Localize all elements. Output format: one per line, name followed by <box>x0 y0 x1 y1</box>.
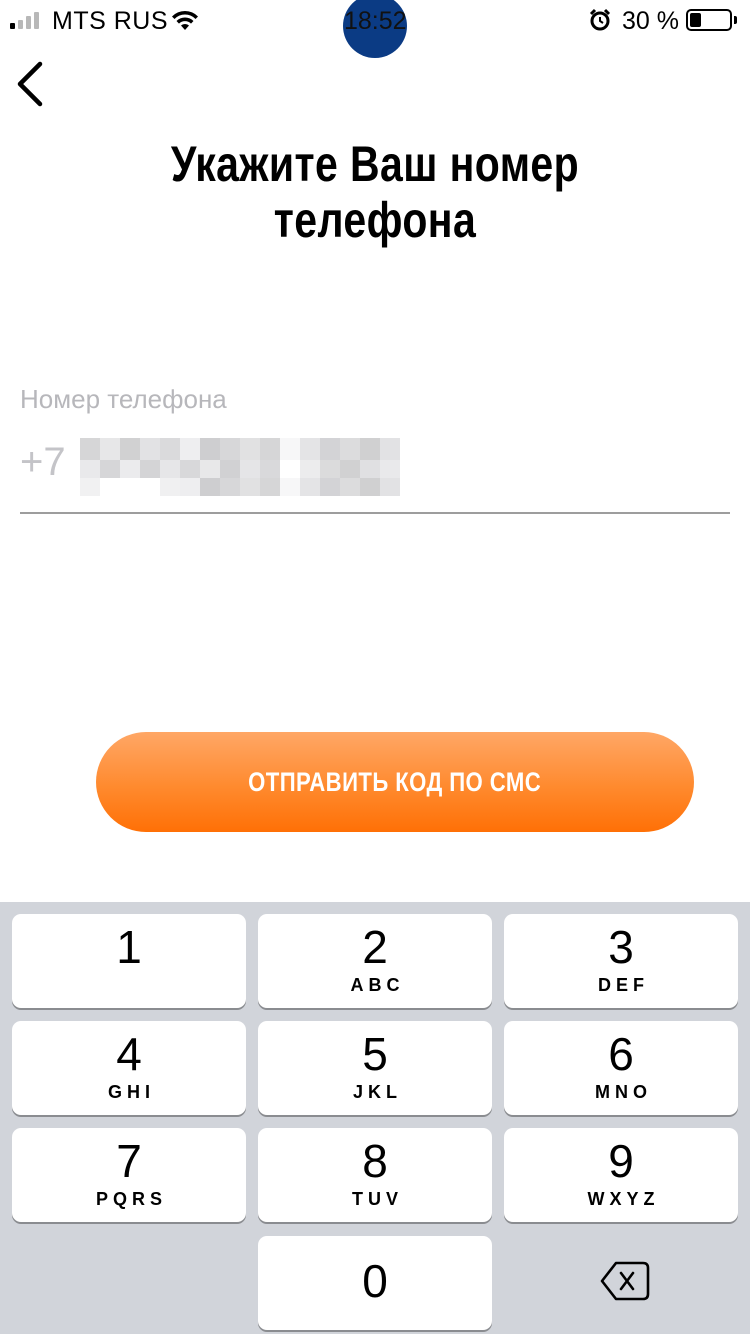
key-8[interactable]: 8 TUV <box>258 1128 492 1222</box>
key-letters: TUV <box>352 1189 403 1209</box>
status-time: 18:52 <box>344 7 407 35</box>
key-digit: 0 <box>362 1255 388 1307</box>
key-digit: 4 <box>116 1028 142 1080</box>
key-digit: 3 <box>608 921 634 973</box>
wifi-icon <box>172 10 198 30</box>
battery-level <box>690 13 701 27</box>
carrier-name: MTS RUS <box>52 7 168 35</box>
signal-strength-icon <box>10 11 39 29</box>
battery-icon <box>686 9 732 31</box>
status-bar: MTS RUS 18:52 30 % <box>0 0 750 58</box>
page-title: Укажите Ваш номер телефона <box>170 136 580 248</box>
backspace-key[interactable] <box>504 1236 738 1330</box>
phone-number-blur-tail <box>80 478 180 496</box>
phone-field-label: Номер телефона <box>20 384 227 414</box>
phone-field-underline <box>20 512 730 514</box>
key-letters: PQRS <box>95 1189 167 1209</box>
key-letters: ABC <box>350 975 405 995</box>
battery-tip <box>734 16 737 24</box>
back-button[interactable] <box>8 56 58 112</box>
key-digit: 7 <box>116 1135 142 1187</box>
key-digit: 5 <box>362 1028 388 1080</box>
chevron-left-icon <box>17 61 43 107</box>
key-digit: 8 <box>362 1135 388 1187</box>
key-7[interactable]: 7 PQRS <box>12 1128 246 1222</box>
key-4[interactable]: 4 GHI <box>12 1021 246 1115</box>
key-digit: 6 <box>608 1028 634 1080</box>
key-letters: WXYZ <box>587 1189 660 1209</box>
alarm-icon <box>589 8 611 31</box>
backspace-icon <box>600 1261 650 1301</box>
key-6[interactable]: 6 MNO <box>504 1021 738 1115</box>
key-letters: JKL <box>352 1082 402 1102</box>
key-digit: 2 <box>362 921 388 973</box>
key-9[interactable]: 9 WXYZ <box>504 1128 738 1222</box>
send-sms-code-button[interactable]: ОТПРАВИТЬ КОД ПО СМС <box>96 732 694 832</box>
battery-percentage: 30 % <box>622 7 679 35</box>
key-0[interactable]: 0 <box>258 1236 492 1330</box>
key-1[interactable]: 1 <box>12 914 246 1008</box>
send-sms-code-label: ОТПРАВИТЬ КОД ПО СМС <box>248 766 542 797</box>
key-digit: 9 <box>608 1135 634 1187</box>
country-code-prefix: +7 <box>20 440 66 484</box>
key-3[interactable]: 3 DEF <box>504 914 738 1008</box>
key-5[interactable]: 5 JKL <box>258 1021 492 1115</box>
key-letters: MNO <box>595 1082 652 1102</box>
key-2[interactable]: 2 ABC <box>258 914 492 1008</box>
key-digit: 1 <box>116 921 142 973</box>
key-letters: DEF <box>598 975 649 995</box>
key-letters: GHI <box>107 1082 155 1102</box>
